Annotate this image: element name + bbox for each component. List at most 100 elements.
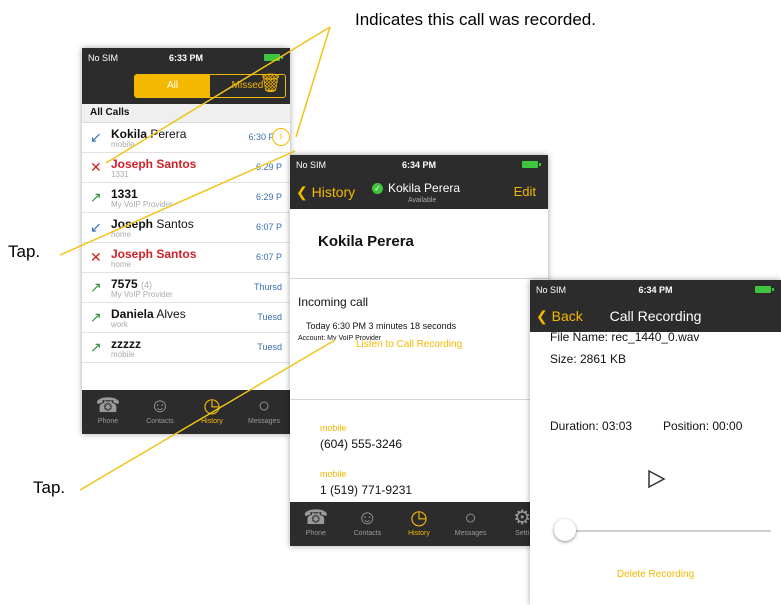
call-row[interactable]: ↙ Joseph Santos home 6:07 P bbox=[82, 213, 290, 243]
tab-label: Setti bbox=[515, 530, 530, 537]
divider bbox=[290, 278, 548, 279]
call-name-first: 7575 bbox=[111, 277, 138, 291]
call-name: Joseph Santos bbox=[111, 247, 196, 261]
phone-number-2[interactable]: 1 (519) 771-9231 bbox=[320, 483, 412, 497]
history-tab-icon: ◷ bbox=[203, 395, 221, 417]
phone-label-1: mobile bbox=[320, 423, 347, 433]
call-sub-label: home bbox=[111, 260, 132, 269]
tab-history[interactable]: ◷ History bbox=[186, 390, 238, 434]
call-sub-label: mobile bbox=[111, 140, 135, 149]
history-navbar: All Missed 🗑 bbox=[82, 68, 290, 104]
messages-tab-icon: ○ bbox=[464, 507, 477, 529]
status-time: 6:34 PM bbox=[401, 160, 436, 170]
call-row[interactable]: ↗ zzzzz mobile Tuesd bbox=[82, 333, 290, 363]
status-time: 6:34 PM bbox=[638, 285, 673, 295]
call-sub-label: mobile bbox=[111, 350, 135, 359]
contact-name: Kokila Perera bbox=[318, 233, 414, 250]
tap-callout-1: Tap. bbox=[8, 242, 41, 261]
trash-icon[interactable]: 🗑 bbox=[259, 73, 282, 94]
status-bar: No SIM 6:34 PM bbox=[530, 280, 781, 300]
recorded-callout-line-2 bbox=[295, 26, 331, 138]
tab-messages[interactable]: ○ Messages bbox=[238, 390, 290, 434]
nav-title: Kokila Perera bbox=[388, 181, 461, 195]
outgoing-call-icon: ↗ bbox=[90, 279, 102, 295]
status-bar: No SIM 6:33 PM bbox=[82, 48, 290, 68]
play-icon[interactable] bbox=[647, 469, 667, 489]
tab-phone[interactable]: ☎ Phone bbox=[82, 390, 134, 434]
outgoing-call-icon: ↗ bbox=[90, 309, 102, 325]
call-name-last: 1331 bbox=[111, 187, 138, 201]
file-size: Size: 2861 KB bbox=[550, 352, 627, 366]
call-row[interactable]: ✕ Joseph Santos home 6:07 P bbox=[82, 243, 290, 273]
contact-navbar: ❮ History ✓ Kokila Perera Available Edit bbox=[290, 175, 548, 209]
call-row[interactable]: ↗ 7575 (4) My VoIP Provider Thursd bbox=[82, 273, 290, 303]
call-sub-label: home bbox=[111, 230, 132, 239]
call-list: ↙ Kokila Perera mobile 6:30 PM i ✕ Joseph San… bbox=[82, 123, 290, 363]
outgoing-call-icon: ↗ bbox=[90, 189, 102, 205]
tab-label: History bbox=[201, 418, 223, 425]
nav-title: Call Recording bbox=[609, 308, 702, 324]
call-name-last: Santos bbox=[156, 217, 194, 231]
call-detail: Today 6:30 PM 3 minutes 18 seconds bbox=[306, 321, 457, 331]
chevron-left-icon: ❮ bbox=[296, 184, 308, 200]
tab-label: History bbox=[408, 530, 430, 537]
call-row[interactable]: ✕ Joseph Santos 1331 6:29 P bbox=[82, 153, 290, 183]
call-history-screen: No SIM 6:33 PM All Missed 🗑 All Calls ↙ K… bbox=[82, 48, 290, 434]
listen-recording-link[interactable]: Listen to Call Recording bbox=[356, 339, 462, 350]
recorded-indicator-icon[interactable]: i bbox=[272, 128, 290, 146]
edit-button[interactable]: Edit bbox=[514, 184, 536, 199]
available-check-icon: ✓ bbox=[372, 183, 383, 194]
outgoing-call-icon: ↗ bbox=[90, 339, 102, 355]
call-name: Kokila Perera bbox=[111, 127, 186, 141]
phone-tab-icon: ☎ bbox=[303, 507, 329, 529]
playback-slider-knob[interactable] bbox=[554, 519, 576, 541]
delete-recording-button[interactable]: Delete Recording bbox=[530, 569, 781, 580]
tab-contacts[interactable]: ☺ Contacts bbox=[342, 502, 394, 546]
call-name: 7575 (4) bbox=[111, 277, 152, 291]
call-row[interactable]: ↗ Daniela Alves work Tuesd bbox=[82, 303, 290, 333]
tab-bar: ☎ Phone ☺ Contacts ◷ History ○ Messages ⚙ Setti bbox=[290, 502, 548, 546]
status-bar: No SIM 6:34 PM bbox=[290, 155, 548, 175]
tab-phone[interactable]: ☎ Phone bbox=[290, 502, 342, 546]
file-name: File Name: rec_1440_0.wav bbox=[550, 330, 700, 344]
call-time: 6:29 P bbox=[255, 162, 282, 172]
call-name-first: zzzzz bbox=[111, 337, 141, 351]
tab-history[interactable]: ◷ History bbox=[393, 502, 445, 546]
status-time: 6:33 PM bbox=[168, 53, 203, 63]
call-name-last: Perera bbox=[150, 127, 187, 141]
call-name-last: Santos bbox=[156, 247, 197, 261]
tab-label: Phone bbox=[97, 418, 119, 425]
call-name-first: Kokila bbox=[111, 127, 148, 141]
call-name-last: (4) bbox=[141, 280, 153, 290]
tab-label: Messages bbox=[454, 530, 487, 537]
call-sub-label: 1331 bbox=[111, 170, 129, 179]
phone-number-1[interactable]: (604) 555-3246 bbox=[320, 437, 402, 451]
tab-contacts[interactable]: ☺ Contacts bbox=[134, 390, 186, 434]
battery-icon bbox=[522, 161, 541, 168]
call-row[interactable]: ↗ 1331 My VoIP Provider 6:29 P bbox=[82, 183, 290, 213]
missed-call-icon: ✕ bbox=[90, 249, 102, 265]
divider bbox=[290, 399, 548, 400]
segment-all[interactable]: All bbox=[135, 75, 210, 97]
call-name-first: Joseph bbox=[111, 247, 154, 261]
call-time: Thursd bbox=[253, 282, 282, 292]
incoming-call-icon: ↙ bbox=[90, 219, 102, 235]
contact-detail-screen: No SIM 6:34 PM ❮ History ✓ Kokila Perera… bbox=[290, 155, 548, 546]
back-button[interactable]: ❮ History bbox=[296, 184, 355, 201]
call-name: 1331 bbox=[111, 187, 138, 201]
tab-label: Messages bbox=[248, 418, 280, 425]
call-time: Tuesd bbox=[257, 342, 282, 352]
call-name-last: Alves bbox=[156, 307, 186, 321]
call-name-first: Joseph bbox=[111, 217, 154, 231]
tab-messages[interactable]: ○ Messages bbox=[445, 502, 497, 546]
tab-label: Phone bbox=[305, 530, 326, 537]
call-time: 6:07 P bbox=[255, 252, 282, 262]
contacts-tab-icon: ☺ bbox=[357, 507, 378, 529]
call-row[interactable]: ↙ Kokila Perera mobile 6:30 PM i bbox=[82, 123, 290, 153]
missed-call-icon: ✕ bbox=[90, 159, 102, 175]
playback-slider-track[interactable] bbox=[570, 530, 771, 532]
phone-label-2: mobile bbox=[320, 469, 347, 479]
call-name-first: Daniela bbox=[111, 307, 154, 321]
call-type: Incoming call bbox=[298, 295, 369, 309]
call-name-last: Joseph Santos bbox=[111, 157, 197, 171]
